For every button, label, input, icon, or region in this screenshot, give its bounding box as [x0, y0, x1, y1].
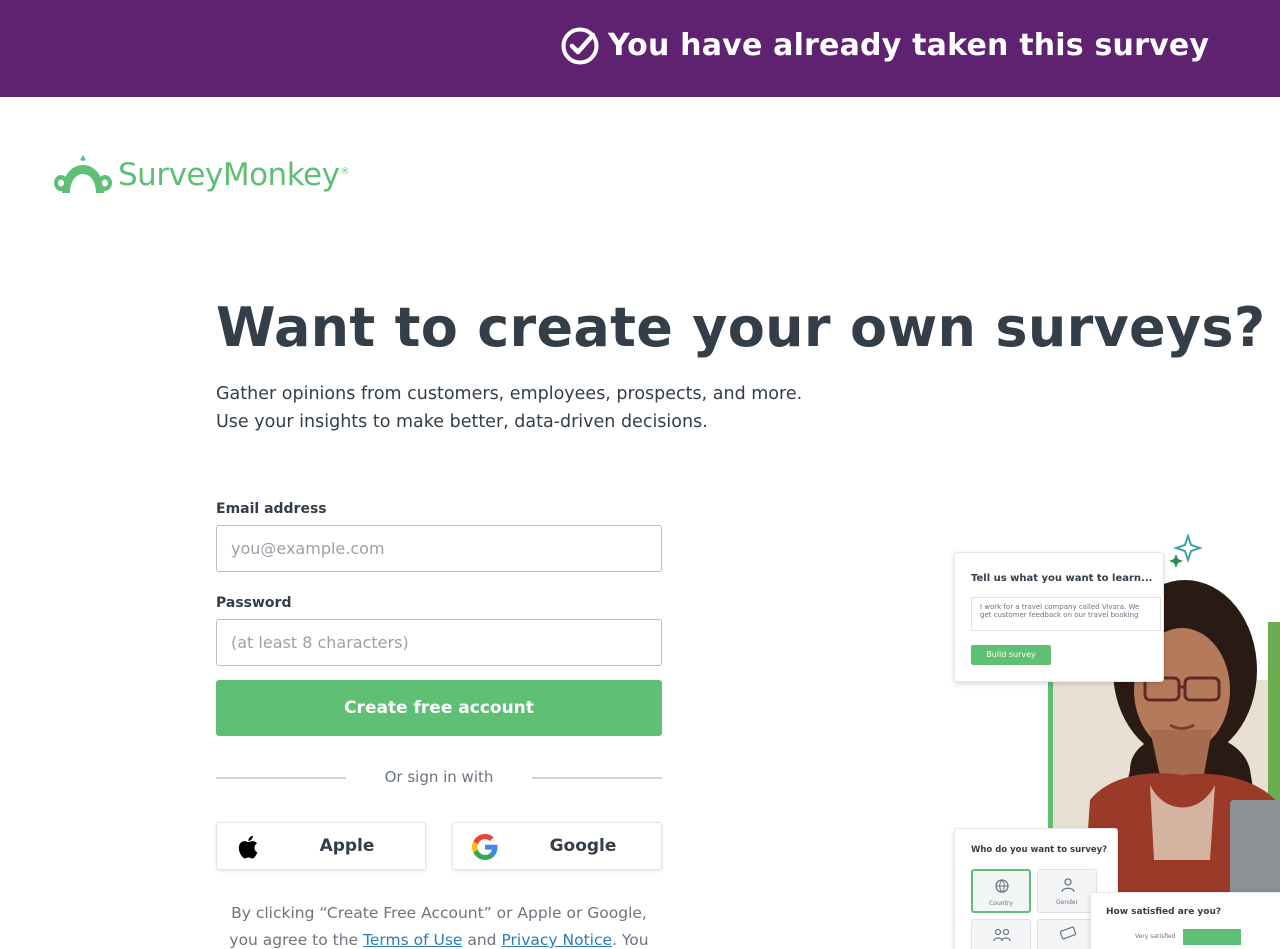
- password-label: Password: [216, 595, 292, 611]
- divider-right: [532, 777, 662, 779]
- page-headline: Want to create your own surveys?: [216, 296, 1266, 359]
- divider-left: [216, 777, 346, 779]
- sparkle-icon: [1169, 534, 1202, 568]
- build-survey-button: Build survey: [971, 645, 1051, 665]
- create-account-button[interactable]: Create free account: [216, 680, 662, 736]
- money-icon: [1060, 926, 1076, 940]
- country-option-label: Country: [989, 900, 1013, 907]
- globe-icon: [995, 879, 1009, 893]
- password-field[interactable]: [216, 619, 662, 666]
- google-signin-button[interactable]: Google: [452, 822, 662, 870]
- terms-of-use-link[interactable]: Terms of Use: [363, 931, 462, 949]
- legal-text: By clicking “Create Free Account” or App…: [216, 900, 662, 949]
- apple-signin-button[interactable]: Apple: [216, 822, 426, 870]
- check-circle-icon: [561, 27, 599, 65]
- group-icon: [993, 928, 1011, 942]
- satisfaction-card-title: How satisfied are you?: [1106, 907, 1222, 917]
- apple-icon: [238, 835, 258, 859]
- email-label: Email address: [216, 501, 327, 517]
- monkey-logo-icon: [54, 155, 112, 193]
- satisfaction-option-label: Very satisfied: [1135, 933, 1176, 940]
- promo-illustration: Tell us what you want to learn... I work…: [950, 530, 1280, 949]
- surveymonkey-logo[interactable]: SurveyMonkey®: [54, 152, 349, 198]
- banner-message: You have already taken this survey: [608, 28, 1210, 63]
- learn-card-input-line2: get customer feedback on our travel book…: [980, 611, 1139, 619]
- group-option: [971, 919, 1031, 949]
- learn-card-input-line1: I work for a travel company called Vivar…: [980, 603, 1140, 611]
- email-field[interactable]: [216, 525, 662, 572]
- hero-line-1: Gather opinions from customers, employee…: [216, 384, 803, 404]
- logo-wordmark: SurveyMonkey®: [118, 157, 349, 193]
- gender-option-label: Gender: [1055, 899, 1079, 906]
- person-icon: [1061, 878, 1075, 893]
- survey-taken-banner: You have already taken this survey: [0, 0, 1280, 97]
- sign-in-with-text: Or sign in with: [384, 768, 494, 786]
- learn-card-input: I work for a travel company called Vivar…: [971, 597, 1161, 631]
- hero-line-2: Use your insights to make better, data-d…: [216, 412, 708, 432]
- legal-middle: and: [462, 931, 502, 949]
- audience-card-title: Who do you want to survey?: [971, 845, 1108, 855]
- hero-description: Gather opinions from customers, employee…: [216, 380, 856, 436]
- gender-option: Gender: [1037, 869, 1097, 913]
- income-option: [1037, 919, 1097, 949]
- learn-card-title: Tell us what you want to learn...: [971, 573, 1153, 584]
- satisfaction-bar: [1183, 929, 1241, 945]
- google-icon: [472, 834, 498, 860]
- privacy-notice-link[interactable]: Privacy Notice: [501, 931, 612, 949]
- learn-card: Tell us what you want to learn... I work…: [954, 552, 1164, 682]
- promo-accent-bar: [1048, 680, 1053, 830]
- country-option: Country: [971, 869, 1031, 913]
- google-label: Google: [549, 836, 617, 856]
- satisfaction-card: How satisfied are you? Very satisfied: [1090, 892, 1280, 949]
- apple-label: Apple: [319, 836, 375, 856]
